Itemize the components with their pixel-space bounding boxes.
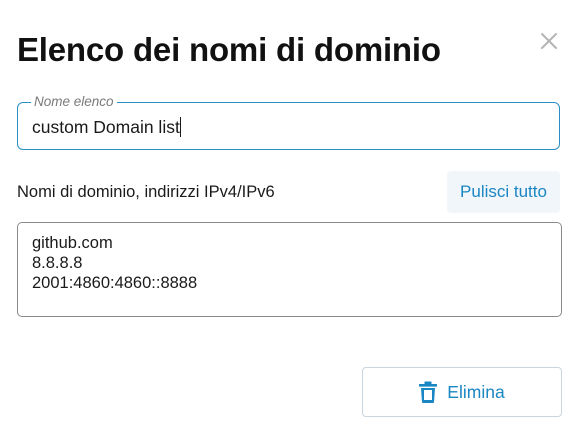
close-icon [541, 33, 557, 49]
domains-textarea[interactable]: github.com 8.8.8.8 2001:4860:4860::8888 [17, 222, 562, 317]
dialog-title: Elenco dei nomi di dominio [17, 31, 441, 68]
close-button[interactable] [536, 28, 562, 54]
list-name-label: Nome elenco [31, 94, 117, 110]
text-cursor [179, 117, 181, 137]
list-name-field: Nome elenco custom Domain list [17, 94, 560, 150]
domain-entry: 2001:4860:4860::8888 [32, 274, 198, 292]
list-name-input[interactable]: custom Domain list [32, 115, 532, 139]
list-name-value: custom Domain list [32, 117, 180, 137]
domain-entry: 8.8.8.8 [32, 254, 83, 272]
domain-list-dialog: Elenco dei nomi di dominio Nome elenco c… [0, 0, 578, 432]
trash-icon [419, 381, 438, 403]
clear-all-button[interactable]: Pulisci tutto [447, 171, 560, 213]
delete-label: Elimina [447, 382, 505, 402]
domains-label: Nomi di dominio, indirizzi IPv4/IPv6 [17, 183, 275, 201]
domain-entry: github.com [32, 234, 113, 252]
delete-button[interactable]: Elimina [362, 367, 562, 417]
